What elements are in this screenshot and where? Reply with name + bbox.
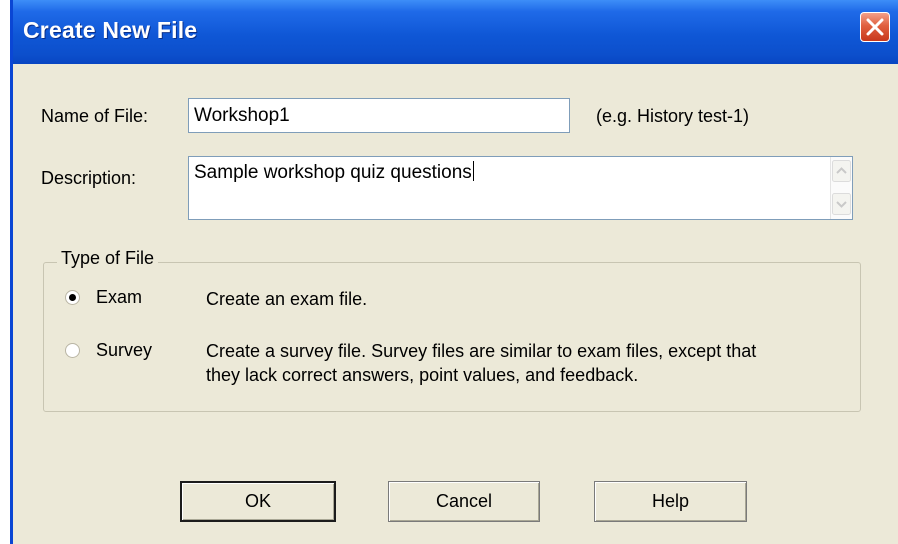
survey-radio-label[interactable]: Survey [96,340,152,361]
exam-radio[interactable] [65,290,80,305]
survey-description: Create a survey file. Survey files are s… [206,339,756,387]
create-new-file-dialog: Create New File Name of File: Workshop1 … [10,0,898,544]
title-bar[interactable]: Create New File [13,0,898,64]
survey-description-line-1: Create a survey file. Survey files are s… [206,341,757,361]
scroll-down-icon[interactable] [832,193,851,215]
ok-button[interactable]: OK [180,481,336,522]
description-label: Description: [41,168,137,188]
type-of-file-group [43,262,861,412]
exam-description: Create an exam file. [206,287,367,311]
description-value: Sample workshop quiz questions [194,162,472,183]
name-example-hint: (e.g. History test-1) [596,106,750,126]
scroll-up-icon[interactable] [832,160,851,182]
help-button[interactable]: Help [594,481,747,522]
close-icon [866,18,884,36]
exam-radio-label[interactable]: Exam [96,287,142,308]
dialog-title: Create New File [23,17,198,43]
description-scrollbar[interactable] [830,157,852,219]
exam-description-line: Create an exam file. [206,289,368,309]
text-cursor [472,161,474,181]
description-textarea[interactable]: Sample workshop quiz questions [188,156,853,220]
name-of-file-label: Name of File: [41,106,149,126]
close-button[interactable] [860,12,890,42]
name-of-file-value: Workshop1 [194,105,290,126]
name-of-file-input[interactable]: Workshop1 [188,98,570,133]
cancel-button[interactable]: Cancel [388,481,540,522]
type-of-file-title: Type of File [57,248,159,269]
survey-description-line-2: they lack correct answers, point values,… [206,365,639,385]
survey-radio[interactable] [65,343,80,358]
